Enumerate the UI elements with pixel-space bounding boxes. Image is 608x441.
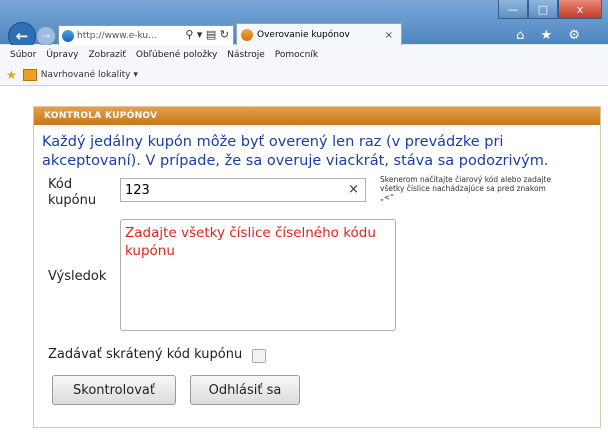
clear-icon[interactable]: × xyxy=(348,182,359,197)
menu-item-favorites[interactable]: Obľúbené položky xyxy=(136,50,217,60)
minimize-button[interactable]: — xyxy=(498,0,528,19)
coupon-code-input[interactable]: 123 × xyxy=(120,178,366,202)
menu-item-tools[interactable]: Nástroje xyxy=(227,50,265,60)
forward-arrow-icon: → xyxy=(41,30,51,42)
result-box: Zadajte všetky číslice číselného kódu ku… xyxy=(120,219,396,331)
tab-close-icon[interactable]: × xyxy=(385,30,393,41)
site-favicon-icon xyxy=(62,30,74,42)
coupon-code-value[interactable]: 123 xyxy=(125,183,150,198)
menu-item-file[interactable]: Súbor xyxy=(10,50,36,60)
back-arrow-icon: ← xyxy=(15,27,29,45)
intro-text: Každý jedálny kupón môže byť overený len… xyxy=(42,134,549,169)
close-window-button[interactable]: x xyxy=(558,0,602,19)
favorites-star-icon[interactable]: ★ xyxy=(6,68,17,82)
scanner-hint: Skenerom načítajte čiarový kód alebo zad… xyxy=(380,175,552,202)
tab-title: Overovanie kupónov xyxy=(257,30,350,40)
coupon-code-label-line2: kupónu xyxy=(48,193,97,208)
coupon-code-label-line1: Kód xyxy=(48,177,73,192)
result-label: Výsledok xyxy=(48,269,107,284)
browser-tab[interactable]: Overovanie kupónov × xyxy=(236,23,402,46)
menu-item-view[interactable]: Zobraziť xyxy=(89,50,126,60)
short-code-label: Zadávať skrátený kód kupónu xyxy=(48,347,243,362)
short-code-checkbox[interactable] xyxy=(252,349,266,363)
suggested-sites-icon xyxy=(22,69,37,81)
menu-bar: Súbor Úpravy Zobraziť Obľúbené položky N… xyxy=(0,45,608,66)
coupon-check-panel: KONTROLA KUPÓNOV Každý jedálny kupón môž… xyxy=(33,106,601,428)
tab-favicon-icon xyxy=(241,29,253,41)
menu-item-help[interactable]: Pomocník xyxy=(275,50,318,60)
address-url[interactable]: http://www.e-ku... xyxy=(77,31,157,41)
window-controls: — □ x xyxy=(498,0,602,19)
check-button[interactable]: Skontrolovať xyxy=(52,375,176,405)
forward-button[interactable]: → xyxy=(36,26,56,46)
toolbar-icons[interactable]: ⌂ ★ ⚙ xyxy=(516,28,586,43)
menu-item-edit[interactable]: Úpravy xyxy=(46,50,78,60)
panel-title: KONTROLA KUPÓNOV xyxy=(34,107,600,125)
address-bar[interactable]: http://www.e-ku... ⚲ ▾ ▤ ↻ xyxy=(58,25,234,47)
page-content: KONTROLA KUPÓNOV Každý jedálny kupón môž… xyxy=(0,86,608,441)
favorites-bar: ★ Navrhované lokality ▾ xyxy=(0,65,608,86)
address-controls[interactable]: ⚲ ▾ ▤ ↻ xyxy=(185,28,229,41)
maximize-button[interactable]: □ xyxy=(528,0,558,19)
logout-button[interactable]: Odhlásiť sa xyxy=(190,375,300,405)
suggested-sites-link[interactable]: Navrhované lokality ▾ xyxy=(41,70,138,80)
